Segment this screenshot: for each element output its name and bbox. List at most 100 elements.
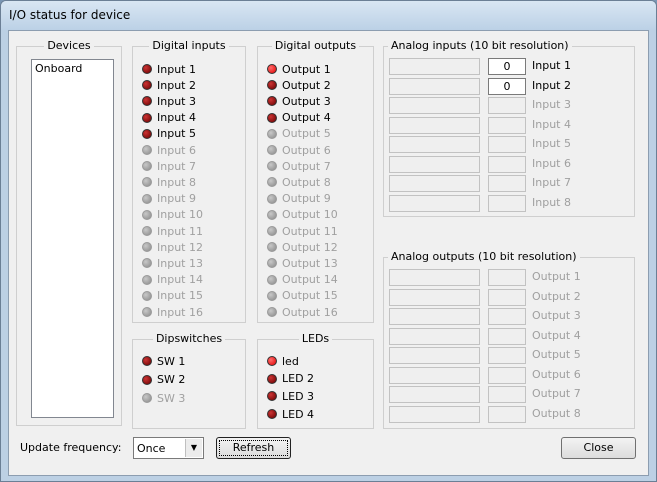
led-indicator-icon [267, 128, 277, 139]
digital-output-row: Output 5 [267, 126, 331, 142]
io-status-window: I/O status for device Devices Onboard Di… [0, 0, 657, 482]
update-frequency-value: Once [137, 442, 166, 455]
analog-input-value [488, 97, 526, 114]
digital-input-row: Input 15 [142, 288, 203, 304]
digital-outputs-title: Digital outputs [271, 39, 360, 52]
device-item-onboard[interactable]: Onboard [32, 60, 113, 77]
led-indicator-icon [267, 373, 277, 384]
led-indicator-icon [267, 80, 277, 91]
digital-input-row: Input 1 [142, 61, 196, 77]
digital-output-label: Output 3 [282, 94, 331, 108]
leds-title: LEDs [298, 332, 333, 345]
analog-output-value [488, 347, 526, 364]
digital-input-label: Input 16 [157, 305, 203, 319]
digital-output-row: Output 4 [267, 110, 331, 126]
digital-input-row: Input 12 [142, 239, 203, 255]
digital-output-label: Output 12 [282, 240, 338, 254]
led-indicator-icon [267, 145, 277, 155]
digital-input-row: Input 8 [142, 174, 196, 190]
analog-output-value [488, 386, 526, 403]
digital-output-label: Output 7 [282, 159, 331, 173]
analog-output-label: Output 8 [532, 406, 581, 420]
analog-inputs-title: Analog inputs (10 bit resolution) [388, 39, 572, 52]
digital-output-label: Output 6 [282, 143, 331, 157]
led-indicator-icon [142, 209, 152, 220]
digital-input-label: Input 1 [157, 62, 196, 76]
digital-output-label: Output 10 [282, 208, 338, 222]
digital-output-row: Output 2 [267, 77, 331, 93]
digital-output-label: Output 15 [282, 289, 338, 303]
digital-inputs-group: Digital inputs Input 1 Input 2 Input 3 Inpu… [132, 39, 246, 323]
led-indicator-icon [142, 112, 152, 123]
dipswitch-row: SW 2 [142, 372, 185, 388]
digital-input-row: Input 9 [142, 191, 196, 207]
led-indicator-icon [267, 177, 277, 188]
analog-inputs-group: Analog inputs (10 bit resolution) 0 Input… [383, 39, 635, 217]
digital-input-label: Input 9 [157, 192, 196, 206]
led-label: LED 3 [282, 389, 315, 403]
dipswitch-label: SW 3 [157, 391, 186, 405]
digital-output-label: Output 1 [282, 62, 331, 76]
led-indicator-icon [267, 274, 277, 285]
led-indicator-icon [267, 307, 277, 317]
devices-listbox[interactable]: Onboard [31, 59, 114, 418]
title-bar[interactable]: I/O status for device [1, 1, 656, 30]
analog-output-label: Output 1 [532, 270, 581, 283]
digital-output-label: Output 9 [282, 192, 331, 206]
analog-input-value [488, 175, 526, 192]
digital-input-label: Input 11 [157, 224, 203, 238]
led-row: LED 4 [267, 406, 314, 422]
led-indicator-icon [142, 356, 152, 366]
led-indicator-icon [267, 242, 277, 253]
led-indicator-icon [267, 290, 277, 301]
digital-output-row: Output 15 [267, 288, 338, 304]
analog-outputs-title: Analog outputs (10 bit resolution) [388, 250, 580, 263]
digital-output-row: Output 6 [267, 142, 331, 158]
chevron-down-icon[interactable]: ▼ [185, 439, 202, 457]
analog-output-label: Output 5 [532, 348, 581, 361]
refresh-button[interactable]: Refresh [216, 437, 291, 459]
led-label: LED 2 [282, 372, 315, 386]
window-title: I/O status for device [9, 8, 131, 22]
digital-input-row: Input 7 [142, 158, 196, 174]
led-indicator-icon [267, 391, 277, 402]
led-indicator-icon [267, 356, 277, 366]
led-indicator-icon [267, 409, 277, 420]
analog-output-bar [389, 366, 480, 384]
digital-output-row: Output 16 [267, 304, 338, 320]
digital-output-row: Output 1 [267, 61, 331, 77]
digital-input-row: Input 13 [142, 255, 203, 271]
analog-outputs-group: Analog outputs (10 bit resolution) Outpu… [383, 250, 635, 429]
analog-output-bar [389, 269, 480, 286]
led-indicator-icon [267, 209, 277, 220]
analog-output-bar [389, 386, 480, 403]
dipswitches-group: Dipswitches SW 1 SW 2 SW 3 [132, 332, 246, 429]
digital-output-row: Output 9 [267, 191, 331, 207]
analog-input-label: Input 2 [532, 78, 571, 92]
led-indicator-icon [142, 145, 152, 155]
led-row: led [267, 353, 299, 369]
digital-input-row: Input 4 [142, 110, 196, 126]
digital-input-label: Input 14 [157, 273, 203, 287]
analog-input-bar [389, 97, 480, 114]
update-frequency-label: Update frequency: [20, 441, 122, 454]
analog-input-label: Input 7 [532, 176, 571, 189]
led-indicator-icon [142, 274, 152, 285]
dipswitch-label: SW 2 [157, 373, 186, 386]
analog-input-bar [389, 116, 480, 134]
update-frequency-select[interactable]: Once ▼ [133, 437, 204, 459]
analog-input-value: 0 [488, 77, 526, 95]
digital-output-row: Output 7 [267, 158, 331, 174]
led-label: LED 4 [282, 407, 315, 421]
digital-input-label: Input 8 [157, 175, 196, 189]
led-indicator-icon [142, 374, 152, 385]
led-indicator-icon [142, 128, 152, 139]
digital-output-label: Output 11 [282, 224, 338, 238]
digital-output-label: Output 14 [282, 273, 338, 287]
led-indicator-icon [142, 64, 152, 74]
analog-output-value [488, 366, 526, 384]
close-button[interactable]: Close [561, 437, 636, 459]
led-indicator-icon [267, 193, 277, 204]
analog-input-label: Input 1 [532, 59, 571, 72]
led-indicator-icon [142, 307, 152, 317]
